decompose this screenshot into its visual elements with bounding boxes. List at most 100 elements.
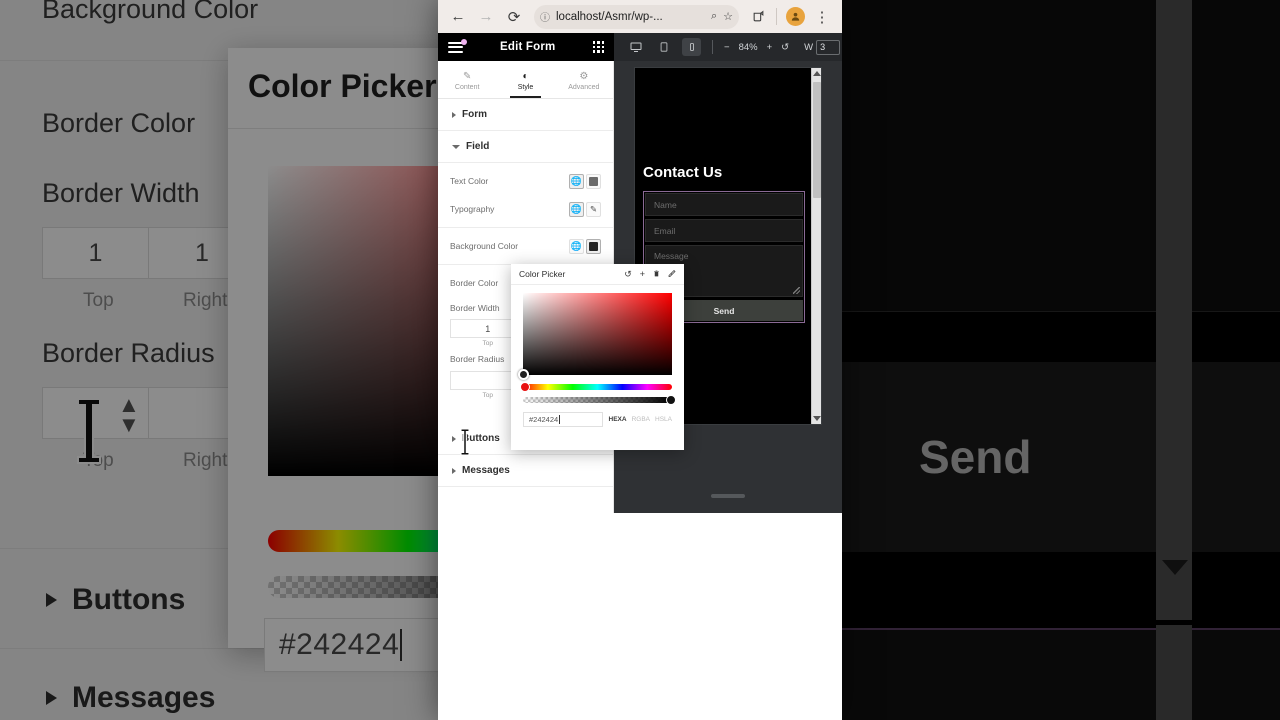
field-email[interactable]: Email: [645, 219, 803, 242]
browser-menu-icon[interactable]: ⋮: [810, 5, 834, 29]
textarea-resize-icon[interactable]: [793, 287, 800, 294]
site-info-icon[interactable]: ⓘ: [540, 9, 550, 24]
mouse-cursor-ibeam-icon: [458, 427, 472, 457]
field-name[interactable]: Name: [645, 193, 803, 216]
bg-sublabel-right: Right: [183, 290, 228, 311]
bookmark-star-icon[interactable]: ☆: [723, 10, 733, 23]
section-field-label: Field: [466, 141, 490, 152]
width-input[interactable]: 3: [816, 39, 841, 55]
control-text-color: Text Color 🌐: [438, 167, 613, 195]
tab-style-label: Style: [517, 83, 534, 91]
forward-icon[interactable]: →: [474, 5, 498, 29]
text-color-global-icon[interactable]: 🌐: [569, 173, 584, 189]
device-desktop-icon[interactable]: [626, 38, 645, 56]
border-width-top-label: Top: [482, 340, 493, 347]
hamburger-icon[interactable]: [448, 38, 467, 53]
panel-tabs: ✎ Content ◐ Style ⚙ Advanced: [438, 61, 613, 99]
address-bar[interactable]: ⓘ localhost/Asmr/wp-... ⌕ ☆: [534, 4, 739, 29]
tab-advanced-label: Advanced: [568, 83, 600, 91]
chevron-right-icon-buttons: [452, 435, 456, 442]
mode-hsla[interactable]: HSLA: [655, 416, 672, 423]
zoom-reset-icon[interactable]: ↺: [781, 42, 789, 53]
text-color-label: Text Color: [450, 176, 489, 186]
back-icon[interactable]: ←: [446, 5, 470, 29]
alpha-slider-knob[interactable]: [666, 395, 676, 405]
control-background-color: Background Color 🌐: [438, 232, 613, 260]
hue-slider-knob[interactable]: [520, 382, 530, 392]
page-title: Edit Form: [500, 41, 556, 53]
color-picker-title: Color Picker: [519, 269, 566, 279]
typography-edit-icon[interactable]: ✎: [586, 201, 601, 217]
bg-sublabel-top: Top: [83, 290, 114, 311]
saturation-value-area[interactable]: [518, 293, 672, 380]
bg-label-border-color: Border Color: [42, 108, 196, 138]
saturation-value-knob[interactable]: [518, 369, 529, 380]
chevron-down-icon: [452, 144, 460, 149]
background-panel-magnified: Background Color Border Color Border Wid…: [0, 0, 440, 720]
scroll-up-arrow-icon[interactable]: [813, 71, 821, 76]
section-field[interactable]: Field: [438, 131, 613, 163]
text-color-swatch[interactable]: [586, 173, 601, 189]
reset-icon[interactable]: ↺: [624, 269, 632, 280]
hex-input[interactable]: #242424: [523, 412, 603, 427]
bg-color-picker-title: Color Picker: [248, 68, 437, 104]
notification-dot: [461, 38, 467, 45]
field-message-placeholder: Message: [654, 251, 689, 261]
elementor-topbar: Edit Form − 84% + ↺ W 3: [438, 33, 842, 61]
background-color-swatch[interactable]: [586, 238, 601, 254]
bg-message-field-magnified: [842, 0, 1280, 312]
tab-advanced[interactable]: ⚙ Advanced: [555, 61, 613, 98]
widgets-grid-icon[interactable]: [592, 41, 604, 53]
chevron-right-icon-messages: [452, 467, 456, 474]
bg-hex-field: #242424: [264, 618, 440, 672]
typography-global-icon[interactable]: 🌐: [569, 201, 584, 217]
tab-content[interactable]: ✎ Content: [438, 61, 496, 98]
tab-style[interactable]: ◐ Style: [496, 61, 554, 98]
bg-color-picker-magnified: Color Picker #242424: [228, 48, 440, 672]
preview-scrollbar[interactable]: [811, 68, 821, 424]
bg-alpha-slider: [268, 576, 440, 598]
pencil-icon: ✎: [462, 70, 472, 82]
canvas-resize-handle[interactable]: [711, 494, 745, 498]
section-form-label: Form: [462, 109, 487, 120]
eyedropper-icon[interactable]: [668, 269, 676, 280]
device-tablet-icon[interactable]: [654, 38, 673, 56]
zoom-out-icon[interactable]: −: [724, 42, 730, 53]
bg-saturation-area: [268, 166, 440, 476]
avatar[interactable]: [784, 6, 806, 28]
scrollbar-thumb[interactable]: [813, 82, 821, 198]
add-icon[interactable]: +: [640, 269, 645, 280]
mode-rgba[interactable]: RGBA: [632, 416, 650, 423]
contact-heading: Contact Us: [643, 164, 723, 181]
extensions-icon[interactable]: [747, 6, 769, 28]
section-form[interactable]: Form: [438, 99, 613, 131]
border-radius-label: Border Radius: [450, 354, 505, 364]
mode-hexa[interactable]: HEXA: [609, 416, 627, 423]
bg-scrollbar-lower: [1156, 625, 1192, 720]
device-mobile-icon[interactable]: [682, 38, 701, 56]
border-radius-top-label: Top: [482, 392, 493, 399]
browser-toolbar: ← → ⟳ ⓘ localhost/Asmr/wp-... ⌕ ☆ ⋮: [438, 0, 842, 33]
section-messages[interactable]: Messages: [438, 455, 613, 487]
bg-section-buttons: Buttons: [72, 583, 186, 616]
reload-icon[interactable]: ⟳: [502, 5, 526, 29]
bg-section-messages: Messages: [72, 681, 216, 714]
url-text: localhost/Asmr/wp-...: [556, 10, 663, 23]
hue-slider[interactable]: [520, 382, 672, 392]
bg-hex-value: #242424: [279, 628, 400, 661]
bg-send-button-magnified: Send: [842, 362, 1280, 552]
border-color-label: Border Color: [450, 278, 499, 288]
background-color-global-icon[interactable]: 🌐: [569, 238, 584, 254]
zoom-in-icon[interactable]: +: [767, 42, 773, 53]
color-picker-header: Color Picker ↺ +: [511, 264, 684, 285]
delete-icon[interactable]: [653, 269, 660, 280]
tab-content-label: Content: [454, 83, 480, 91]
scroll-down-arrow-icon[interactable]: [813, 416, 821, 421]
page-white-area: [438, 513, 842, 720]
contrast-icon: ◐: [522, 70, 529, 82]
search-icon[interactable]: ⌕: [711, 10, 717, 23]
control-typography: Typography 🌐 ✎: [438, 195, 613, 223]
text-cursor-ibeam-icon: [72, 395, 106, 467]
alpha-slider[interactable]: [523, 395, 676, 405]
border-width-label: Border Width: [450, 303, 500, 313]
